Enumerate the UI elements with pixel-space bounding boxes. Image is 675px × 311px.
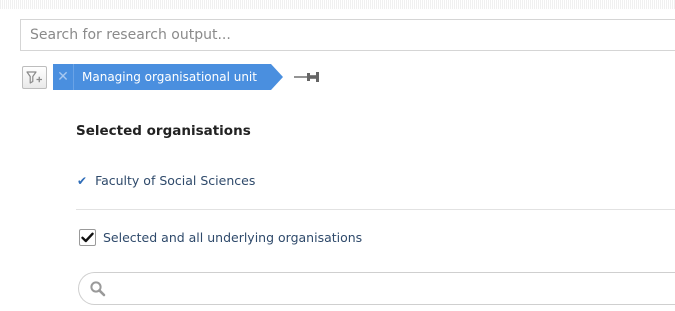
pin-filter-button[interactable] (293, 70, 323, 84)
checkmark-icon: ✔ (77, 173, 88, 188)
pin-icon (293, 72, 319, 82)
organisation-search-box[interactable] (78, 272, 675, 305)
filter-plus-icon (26, 70, 42, 84)
checkbox-check-icon (81, 232, 94, 243)
top-strip (0, 0, 675, 9)
divider (76, 209, 675, 210)
selected-organisation-label: Faculty of Social Sciences (95, 173, 256, 188)
organisation-search-input[interactable] (108, 272, 675, 305)
research-output-search-input[interactable] (21, 20, 675, 50)
selected-organisations-title: Selected organisations (76, 123, 251, 139)
include-underlying-option[interactable]: Selected and all underlying organisation… (79, 229, 362, 246)
close-icon: ✕ (57, 69, 69, 85)
filter-chip-label: Managing organisational unit (82, 70, 257, 84)
search-icon (88, 279, 108, 299)
research-output-search-box[interactable] (20, 19, 675, 51)
include-underlying-checkbox[interactable] (79, 229, 96, 246)
active-filters-row: ✕ Managing organisational unit (22, 64, 323, 90)
remove-filter-button[interactable]: ✕ (53, 64, 74, 90)
page: ✕ Managing organisational unit Selected … (0, 0, 675, 311)
selected-organisation-item[interactable]: ✔ Faculty of Social Sciences (77, 173, 255, 188)
add-filter-button[interactable] (22, 65, 47, 89)
filter-chip[interactable]: ✕ Managing organisational unit (53, 64, 283, 90)
include-underlying-label: Selected and all underlying organisation… (103, 230, 363, 245)
